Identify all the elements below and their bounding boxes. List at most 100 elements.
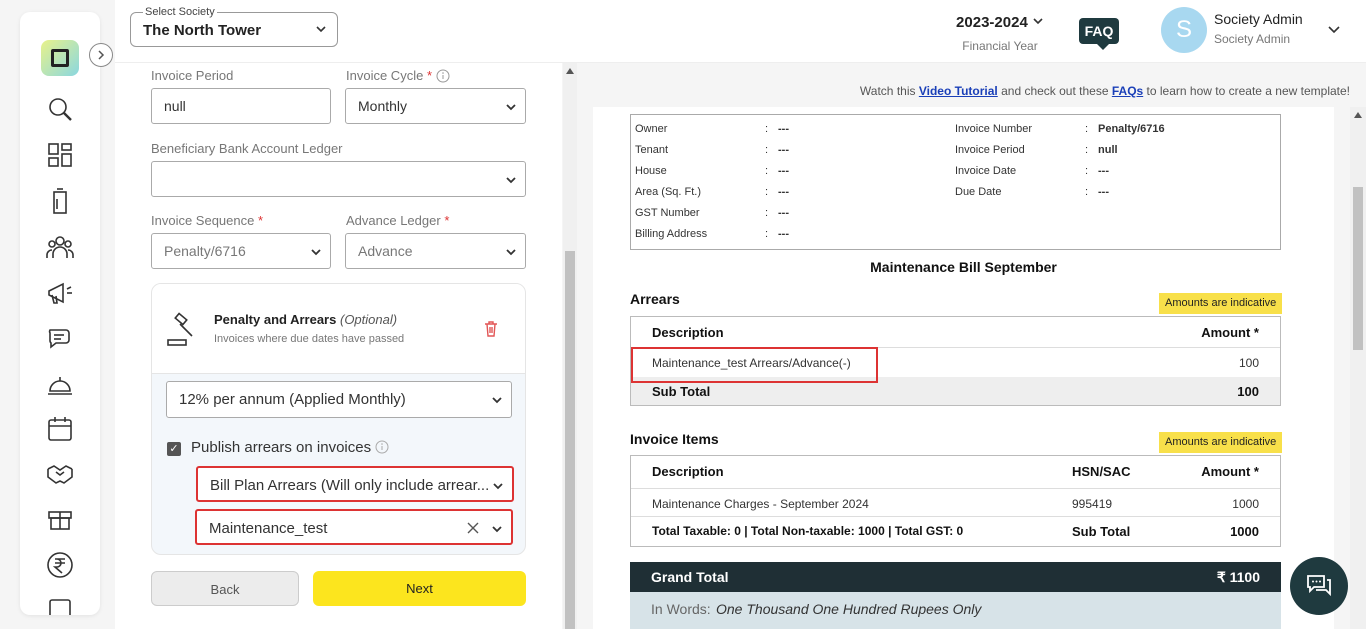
penalty-subtitle: Invoices where due dates have passed xyxy=(214,333,405,345)
calendar-icon[interactable] xyxy=(45,414,75,444)
video-tutorial-link[interactable]: Video Tutorial xyxy=(919,84,998,98)
avatar[interactable]: S xyxy=(1161,7,1207,53)
app-logo[interactable] xyxy=(41,40,79,76)
invoice-info-box: Owner: --- Tenant: --- House: --- Area (Sq. Ft… xyxy=(630,114,1281,250)
chevron-down-icon[interactable] xyxy=(1327,22,1341,36)
info-icon[interactable] xyxy=(436,69,450,83)
chat-bubble-icon xyxy=(1307,575,1331,597)
financial-year-selector[interactable]: 2023-2024 Financial Year xyxy=(950,14,1050,53)
subtotal-value: 100 xyxy=(1237,384,1259,399)
info-value: --- xyxy=(778,207,789,219)
info-label: Invoice Period xyxy=(955,144,1025,156)
penalty-rate-value: 12% per annum (Applied Monthly) xyxy=(179,391,406,408)
info-label: GST Number xyxy=(635,207,700,219)
society-select[interactable]: Select Society The North Tower xyxy=(130,6,338,47)
service-icon[interactable] xyxy=(45,370,75,400)
bill-plan-select[interactable]: Maintenance_test xyxy=(195,509,513,545)
sidebar xyxy=(20,12,100,615)
info-colon: : xyxy=(765,228,769,240)
in-words-label: In Words: xyxy=(651,601,711,617)
info-icon[interactable] xyxy=(375,440,389,454)
invoice-items-title: Invoice Items xyxy=(630,431,719,447)
info-colon: : xyxy=(1085,144,1089,156)
chat-support-button[interactable] xyxy=(1290,557,1348,615)
clear-icon[interactable] xyxy=(467,522,479,534)
subtotal-label: Sub Total xyxy=(1072,524,1131,539)
next-button[interactable]: Next xyxy=(313,571,526,606)
form-scrollbar[interactable] xyxy=(563,63,577,629)
dashboard-icon[interactable] xyxy=(45,140,75,170)
advance-ledger-select[interactable]: Advance xyxy=(345,233,526,269)
indicative-badge: Amounts are indicative xyxy=(1159,432,1283,453)
trash-icon[interactable] xyxy=(484,321,498,337)
beneficiary-label: Beneficiary Bank Account Ledger xyxy=(151,141,343,156)
invoice-sequence-label: Invoice Sequence * xyxy=(151,213,264,228)
financial-year-label: Financial Year xyxy=(962,39,1038,53)
info-value: --- xyxy=(778,228,789,240)
info-colon: : xyxy=(1085,186,1089,198)
info-value: --- xyxy=(778,144,789,156)
chevron-down-icon xyxy=(311,249,321,256)
building-icon[interactable] xyxy=(45,186,75,216)
user-name[interactable]: Society Admin xyxy=(1214,11,1303,27)
members-icon[interactable] xyxy=(45,232,75,262)
beneficiary-ledger-select[interactable] xyxy=(151,161,526,197)
invoice-preview-area: Watch this Video Tutorial and check out … xyxy=(577,63,1366,629)
preview-scrollbar[interactable] xyxy=(1350,107,1366,629)
society-select-label: Select Society xyxy=(143,6,217,18)
info-label: Due Date xyxy=(955,186,1002,198)
table-row-hsn: 995419 xyxy=(1072,497,1113,511)
col-amount: Amount * xyxy=(1201,325,1259,340)
arrears-type-select[interactable]: Bill Plan Arrears (Will only include arr… xyxy=(196,466,514,502)
col-description: Description xyxy=(652,325,724,340)
invoice-items-table: Description HSN/SAC Amount * Maintenance… xyxy=(630,455,1281,547)
tutorial-note: Watch this Video Tutorial and check out … xyxy=(859,84,1350,98)
info-label: Invoice Number xyxy=(955,123,1033,135)
faq-button[interactable]: FAQ xyxy=(1079,18,1119,50)
chevron-down-icon xyxy=(506,177,516,184)
invoice-cycle-select[interactable]: Monthly xyxy=(345,88,526,124)
col-hsn: HSN/SAC xyxy=(1072,464,1131,479)
gavel-icon xyxy=(167,312,193,346)
search-icon[interactable] xyxy=(45,94,75,124)
arrears-table: Description Amount * Maintenance_test Ar… xyxy=(630,316,1281,406)
chevron-down-icon xyxy=(506,249,516,256)
scroll-up-icon[interactable] xyxy=(566,68,574,74)
penalty-arrears-card: Penalty and Arrears (Optional) Invoices … xyxy=(151,283,526,555)
bill-title: Maintenance Bill September xyxy=(870,259,1057,275)
handshake-icon[interactable] xyxy=(45,458,75,488)
chevron-down-icon xyxy=(316,26,326,33)
back-button[interactable]: Back xyxy=(151,571,299,606)
chat-icon[interactable] xyxy=(45,324,75,354)
expand-sidebar-button[interactable] xyxy=(89,43,113,67)
col-description: Description xyxy=(652,464,724,479)
penalty-rate-select[interactable]: 12% per annum (Applied Monthly) xyxy=(166,381,512,418)
invoice-period-input[interactable]: null xyxy=(151,88,331,124)
info-label: Tenant xyxy=(635,144,669,156)
publish-arrears-checkbox[interactable]: ✓ xyxy=(167,442,181,456)
table-row-amount: 100 xyxy=(1238,356,1259,370)
amount-in-words: In Words: One Thousand One Hundred Rupee… xyxy=(630,592,1281,629)
chevron-down-icon xyxy=(492,397,502,404)
report-icon[interactable] xyxy=(45,596,75,615)
invoice-sequence-select[interactable]: Penalty/6716 xyxy=(151,233,331,269)
gift-icon[interactable] xyxy=(45,503,75,533)
subtotal-value: 1000 xyxy=(1230,524,1259,539)
faqs-link[interactable]: FAQs xyxy=(1112,84,1143,98)
financial-year-value: 2023-2024 xyxy=(956,14,1028,31)
invoice-form: Invoice Period null Invoice Cycle * Mont… xyxy=(115,63,562,629)
info-label: Invoice Date xyxy=(955,165,1017,177)
chevron-down-icon xyxy=(506,104,516,111)
info-label: Billing Address xyxy=(635,228,708,240)
scroll-up-icon[interactable] xyxy=(1354,112,1362,118)
info-colon: : xyxy=(1085,165,1089,177)
subtotal-label: Sub Total xyxy=(652,384,711,399)
chevron-down-icon xyxy=(492,526,502,533)
rupee-icon[interactable] xyxy=(45,550,75,580)
penalty-title: Penalty and Arrears (Optional) xyxy=(214,312,398,327)
megaphone-icon[interactable] xyxy=(45,278,75,308)
grand-total-value: ₹ 1100 xyxy=(1216,569,1260,585)
invoice-document: Owner: --- Tenant: --- House: --- Area (Sq. Ft… xyxy=(593,107,1334,629)
chevron-down-icon xyxy=(493,483,503,490)
invoice-cycle-label: Invoice Cycle * xyxy=(346,68,450,83)
